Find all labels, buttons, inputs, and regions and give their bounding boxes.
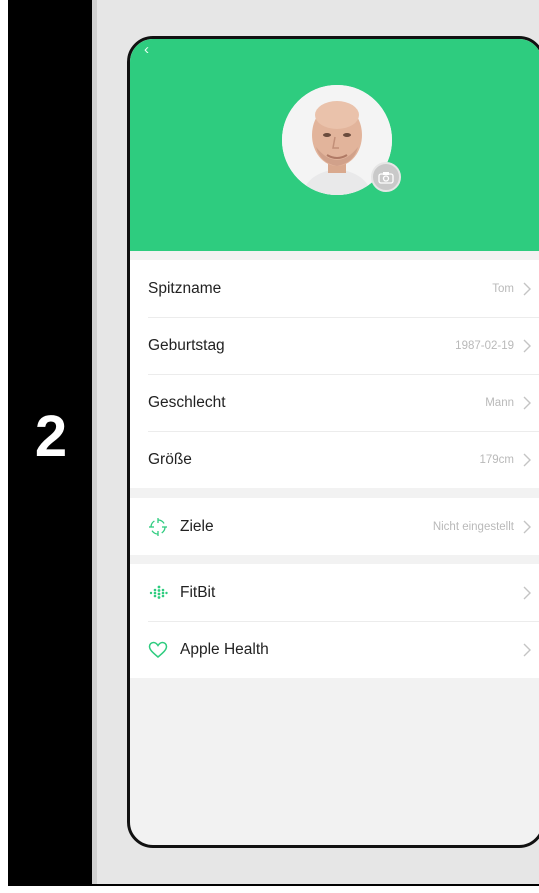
chevron-right-icon xyxy=(523,339,531,352)
row-value: Mann xyxy=(485,396,514,409)
profile-header: ‹ xyxy=(130,39,539,251)
row-label: Spitzname xyxy=(148,279,222,297)
profile-row-gender[interactable]: Geschlecht Mann xyxy=(130,374,539,431)
integration-row-fitbit[interactable]: FitBit xyxy=(130,564,539,621)
row-label: FitBit xyxy=(180,583,216,601)
profile-row-height[interactable]: Größe 179cm xyxy=(130,431,539,488)
chevron-right-icon xyxy=(523,453,531,466)
phone-screen: ‹ Spitzname Tom Geburtstag 1987-02-19 Ge… xyxy=(127,36,539,848)
chevron-right-icon xyxy=(523,396,531,409)
row-label: Ziele xyxy=(180,517,214,535)
integrations-list: FitBit Apple Health xyxy=(130,564,539,678)
step-bar: 2 xyxy=(10,0,92,884)
profile-row-birthday[interactable]: Geburtstag 1987-02-19 xyxy=(130,317,539,374)
target-icon xyxy=(148,517,168,537)
row-value: Nicht eingestellt xyxy=(432,520,514,533)
row-label: Größe xyxy=(148,450,192,468)
row-label: Apple Health xyxy=(180,640,269,658)
chevron-left-icon[interactable]: ‹ xyxy=(144,41,149,58)
profile-list: Spitzname Tom Geburtstag 1987-02-19 Gesc… xyxy=(130,260,539,488)
profile-row-nickname[interactable]: Spitzname Tom xyxy=(130,260,539,317)
goals-list: Ziele Nicht eingestellt xyxy=(130,498,539,555)
chevron-right-icon xyxy=(523,643,531,656)
chevron-right-icon xyxy=(523,520,531,533)
row-label: Geburtstag xyxy=(148,336,225,354)
step-number: 2 xyxy=(34,404,68,469)
instruction-frame: 2 ‹ Spitzname Tom Geburtstag 1987-02-19 … xyxy=(8,0,539,886)
row-value: Tom xyxy=(492,282,514,295)
chevron-right-icon xyxy=(523,282,531,295)
integration-row-apple-health[interactable]: Apple Health xyxy=(130,621,539,678)
row-value: 179cm xyxy=(479,453,514,466)
divider xyxy=(92,0,97,884)
chevron-right-icon xyxy=(523,586,531,599)
heart-icon xyxy=(148,640,168,660)
row-value: 1987-02-19 xyxy=(455,339,514,352)
camera-icon[interactable] xyxy=(371,162,401,192)
row-label: Geschlecht xyxy=(148,393,226,411)
goals-row[interactable]: Ziele Nicht eingestellt xyxy=(130,498,539,555)
fitbit-icon xyxy=(148,583,168,603)
